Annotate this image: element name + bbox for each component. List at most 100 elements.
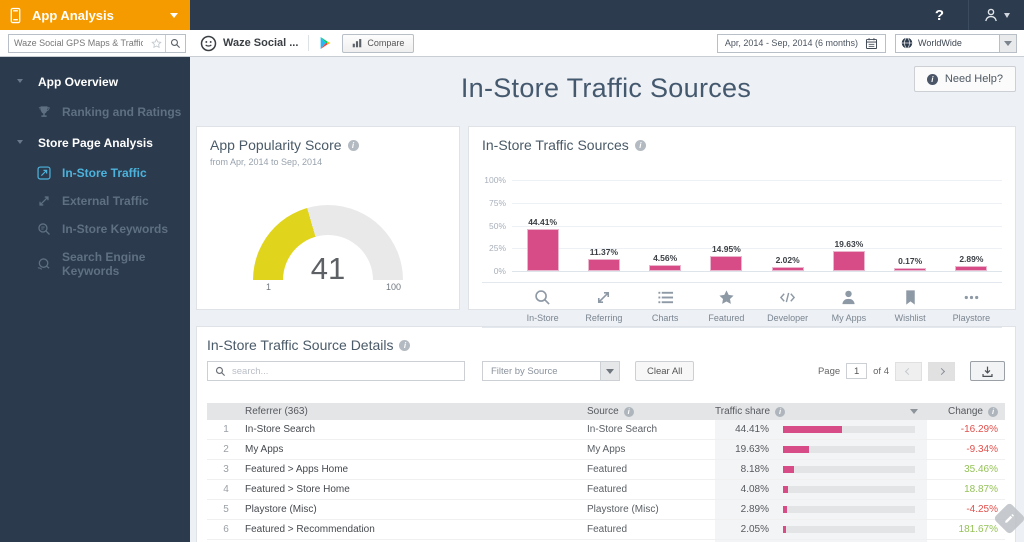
table-search-input[interactable]	[232, 365, 457, 377]
source-column-header[interactable]: Source	[587, 406, 619, 417]
category-referring[interactable]: Referring	[573, 289, 634, 323]
sidebar-section-app-overview[interactable]: App Overview	[0, 65, 190, 98]
sidebar-item-label: Search Engine Keywords	[62, 250, 146, 278]
app-analysis-menu[interactable]: App Analysis	[0, 0, 190, 30]
bar-value-label: 14.95%	[711, 243, 741, 254]
help-button[interactable]: ?	[911, 0, 968, 30]
section-label: App Overview	[38, 75, 119, 89]
page-title: In-Store Traffic Sources	[460, 73, 752, 103]
need-help-button[interactable]: Need Help?	[913, 66, 1016, 92]
table-row[interactable]: 5 Playstore (Misc) Playstore (Misc) 2.89…	[207, 500, 1005, 520]
info-icon[interactable]	[399, 339, 411, 351]
category-developer[interactable]: Developer	[757, 289, 818, 323]
sidebar-item-search-engine-keywords[interactable]: Search Engine Keywords	[0, 243, 190, 285]
category-wishlist[interactable]: Wishlist	[880, 289, 941, 323]
compare-button[interactable]: Compare	[342, 33, 415, 53]
clear-all-button[interactable]: Clear All	[635, 361, 695, 381]
bar-value-label: 44.41%	[528, 217, 558, 228]
bar-in-store[interactable]: 44.41%	[512, 217, 573, 271]
row-number: 4	[223, 484, 229, 495]
x-axis-line	[512, 271, 1002, 272]
change-cell: 181.67%	[958, 524, 998, 535]
table-row[interactable]: 3 Featured > Apps Home Featured 8.18% 35…	[207, 460, 1005, 480]
table-row[interactable]: 4 Featured > Store Home Featured 4.08% 1…	[207, 480, 1005, 500]
referrer-cell: Featured > Recommendation	[245, 524, 375, 535]
favorite-star-icon[interactable]	[148, 37, 165, 49]
date-range-picker[interactable]: Apr, 2014 - Sep, 2014 (6 months)	[716, 33, 886, 53]
y-tick: 75%	[488, 197, 506, 208]
info-icon[interactable]	[634, 139, 646, 151]
sidebar-item-ranking-and-ratings[interactable]: Ranking and Ratings	[0, 98, 190, 126]
share-bar-track	[783, 526, 915, 533]
category-featured[interactable]: Featured	[696, 289, 757, 323]
share-bar	[783, 446, 809, 453]
sort-descending-icon[interactable]	[910, 409, 918, 414]
app-popularity-card: App Popularity Score from Apr, 2014 to S…	[196, 126, 460, 310]
popularity-gauge: 41	[253, 205, 403, 280]
share-value: 2.89%	[740, 504, 769, 515]
referrer-column-header[interactable]: Referrer (363)	[245, 406, 308, 417]
bar-developer[interactable]: 2.02%	[757, 255, 818, 271]
traffic-share-cell: 2.89%	[715, 500, 927, 519]
category-label: In-Store	[526, 313, 559, 323]
share-bar	[783, 486, 789, 493]
page-number-input[interactable]	[846, 363, 868, 379]
region-selector[interactable]: WorldWide	[895, 33, 1017, 53]
chevron-down-icon[interactable]	[999, 34, 1016, 52]
traffic-share-column-header[interactable]: Traffic share	[715, 406, 770, 417]
page-label: Page	[817, 365, 841, 377]
bar-referring[interactable]: 11.37%	[573, 247, 634, 272]
info-icon[interactable]	[775, 406, 786, 417]
page-total-label: of 4	[873, 365, 889, 377]
row-number: 3	[223, 464, 229, 475]
sidebar-item-in-store-traffic[interactable]: In-Store Traffic	[0, 159, 190, 187]
traffic-share-cell: 2.05%	[715, 520, 927, 539]
bar-value-label: 0.17%	[898, 256, 923, 266]
row-number: 6	[223, 524, 229, 535]
category-charts[interactable]: Charts	[635, 289, 696, 323]
change-column-header[interactable]: Change	[948, 406, 983, 417]
referrer-cell: My Apps	[245, 444, 284, 455]
bar-value-label: 19.63%	[834, 239, 864, 250]
gauge-min-label: 1	[266, 282, 272, 292]
next-page-button[interactable]	[928, 361, 955, 381]
chevron-down-icon	[1004, 12, 1010, 18]
bar-charts[interactable]: 4.56%	[635, 253, 696, 272]
category-in-store[interactable]: In-Store	[512, 289, 573, 323]
sidebar-item-in-store-keywords[interactable]: In-Store Keywords	[0, 215, 190, 243]
app-search-input[interactable]	[9, 38, 148, 48]
category-playstore[interactable]: Playstore	[941, 289, 1002, 323]
info-icon[interactable]	[988, 406, 998, 417]
table-row[interactable]: 2 My Apps My Apps 19.63% -9.34%	[207, 440, 1005, 460]
topbar: App Analysis ?	[0, 0, 1024, 30]
info-icon[interactable]	[347, 139, 359, 151]
info-icon[interactable]	[623, 406, 634, 417]
mobile-phone-icon	[8, 7, 23, 24]
sidebar-section-store-page-analysis[interactable]: Store Page Analysis	[0, 126, 190, 159]
traffic-source-details-card: In-Store Traffic Source Details Filter b…	[196, 326, 1016, 542]
filter-by-source-select[interactable]: Filter by Source	[482, 361, 620, 381]
table-row[interactable]: 1 In-Store Search In-Store Search 44.41%…	[207, 420, 1005, 440]
share-bar-track	[783, 446, 915, 453]
star-icon	[718, 290, 735, 310]
export-button[interactable]	[970, 361, 1005, 381]
bar-wishlist[interactable]: 0.17%	[880, 256, 941, 271]
chart-card-title: In-Store Traffic Sources	[482, 137, 629, 153]
share-bar	[783, 466, 794, 473]
list-icon	[657, 291, 674, 310]
user-menu[interactable]	[968, 0, 1024, 30]
download-icon	[981, 365, 994, 378]
date-range-value: Apr, 2014 - Sep, 2014 (6 months)	[724, 38, 858, 48]
category-my-apps[interactable]: My Apps	[818, 289, 879, 323]
search-icon[interactable]	[165, 34, 185, 52]
bar-my-apps[interactable]: 19.63%	[818, 239, 879, 271]
bar-featured[interactable]: 14.95%	[696, 243, 757, 272]
y-tick: 50%	[488, 220, 506, 231]
bar-playstore[interactable]: 2.89%	[941, 254, 1002, 271]
share-value: 2.05%	[740, 524, 769, 535]
table-row[interactable]: 6 Featured > Recommendation Featured 2.0…	[207, 520, 1005, 540]
previous-page-button[interactable]	[895, 361, 922, 381]
current-app-chip[interactable]: Waze Social ...	[200, 35, 298, 52]
sidebar-item-external-traffic[interactable]: External Traffic	[0, 187, 190, 215]
app-search-box	[8, 33, 186, 53]
